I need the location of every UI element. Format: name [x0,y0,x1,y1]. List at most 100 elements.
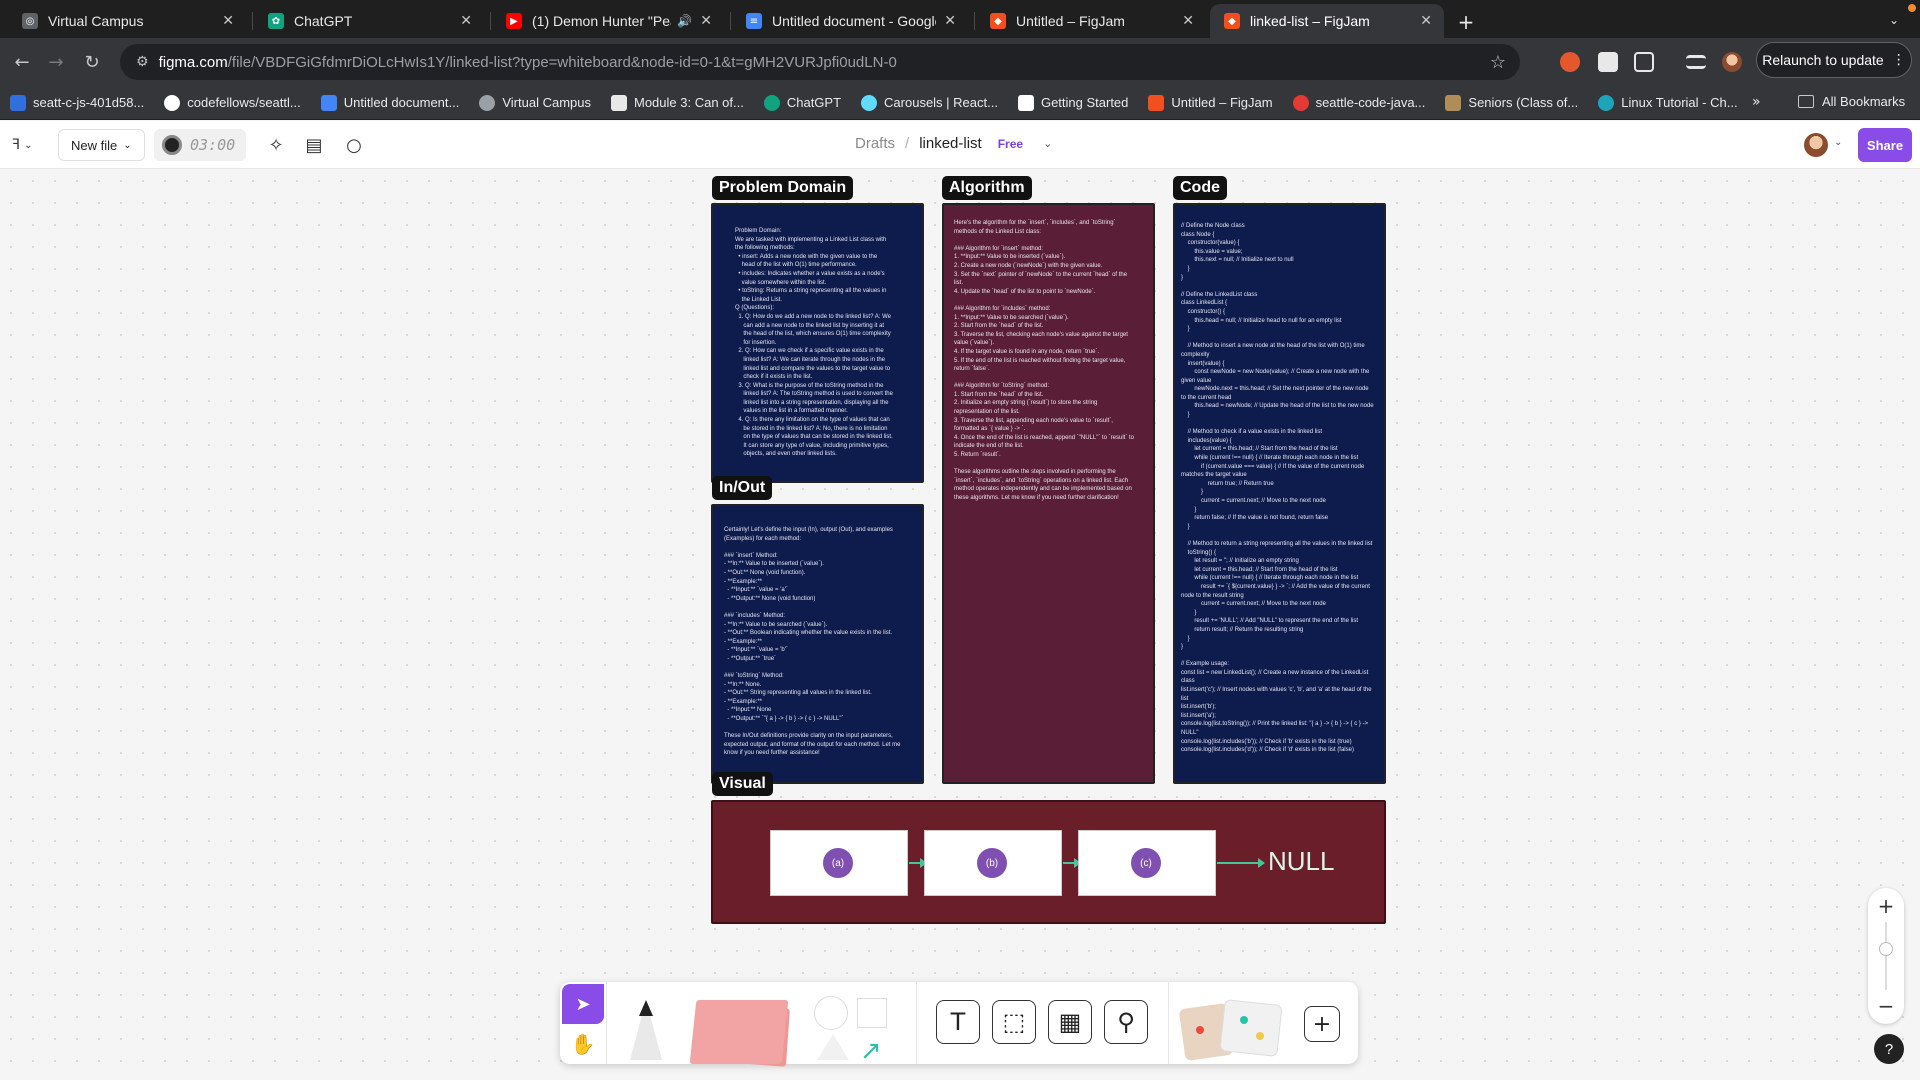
breadcrumb-drafts[interactable]: Drafts [855,135,895,152]
chevron-down-icon[interactable]: ⌄ [1043,137,1052,150]
reload-icon[interactable]: ↻ [80,50,104,74]
media-controls-icon[interactable] [1686,55,1706,69]
null-terminal[interactable]: NULL [1268,846,1334,877]
bookmark-item[interactable]: seatt-c-js-401d58... [10,94,145,111]
new-file-label: New file [71,137,118,153]
close-icon[interactable]: ✕ [700,13,712,29]
algorithm-panel[interactable]: Here's the algorithm for the `insert`, `… [942,203,1155,784]
profile-avatar[interactable] [1722,52,1742,72]
section-tool[interactable]: ⬚ [992,1000,1036,1044]
close-icon[interactable]: ✕ [944,13,956,29]
section-label-algorithm[interactable]: Algorithm [942,176,1032,200]
more-tools-button[interactable]: + [1304,1006,1340,1042]
bookmark-label: Untitled document... [343,95,460,110]
square-shape-tool[interactable] [857,998,887,1028]
breadcrumb: Drafts / linked-list Free ⌄ [855,135,1052,152]
bookmark-item[interactable]: Module 3: Can of... [611,94,744,111]
close-icon[interactable]: ✕ [1182,13,1194,29]
bookmark-item[interactable]: codefellows/seattl... [164,94,301,111]
chevron-down-icon[interactable]: ⌄ [1834,137,1842,148]
bookmark-star-icon[interactable]: ☆ [1490,52,1506,73]
bookmark-item[interactable]: Carousels | React... [861,94,998,111]
comment-icon[interactable]: ○ [342,133,366,157]
file-name[interactable]: linked-list [919,135,982,152]
whiteboard-canvas[interactable]: Problem Domain Problem Domain: We are ta… [0,170,1920,1080]
chatgpt-icon: ✿ [268,13,284,29]
ai-sparkle-icon[interactable]: ✧ [264,133,288,157]
tab-linked-list-figjam[interactable]: ◆ linked-list – FigJam ✕ [1210,4,1444,38]
section-label-in-out[interactable]: In/Out [712,476,773,500]
zoom-out-button[interactable]: − [1868,992,1904,1020]
in-out-panel[interactable]: Certainly! Let's define the input (In), … [711,504,924,784]
bookmark-item[interactable]: Getting Started [1017,94,1128,111]
figma-logo-icon: ꟻ [12,137,21,153]
hand-tool[interactable]: ✋ [562,1026,604,1062]
circle-shape-tool[interactable] [814,996,848,1030]
stamp-tool[interactable]: ⚲ [1104,1000,1148,1044]
table-tool[interactable]: ▦ [1048,1000,1092,1044]
bookmark-label: Linux Tutorial - Ch... [1621,95,1738,110]
extensions-puzzle-icon[interactable] [1634,52,1654,72]
tab-google-docs[interactable]: ≡ Untitled document - Google D ✕ [732,4,968,38]
widgets-tool[interactable] [1178,999,1292,1062]
section-label-visual[interactable]: Visual [712,772,773,796]
close-icon[interactable]: ✕ [1420,13,1432,29]
list-node[interactable]: (a) [770,830,908,896]
extension-icon[interactable] [1598,52,1618,72]
tab-chatgpt[interactable]: ✿ ChatGPT ✕ [254,4,484,38]
tab-divider [252,12,253,30]
share-button[interactable]: Share [1858,128,1912,162]
bookmark-item[interactable]: Virtual Campus [479,94,591,111]
back-arrow-icon[interactable]: ← [10,50,34,74]
sticky-note-tool[interactable] [689,1000,789,1064]
forward-arrow-icon[interactable]: → [44,50,68,74]
list-node[interactable]: (c) [1078,830,1216,896]
templates-icon[interactable]: ▤ [302,133,326,157]
speaker-icon[interactable]: 🔊 [677,14,692,28]
main-menu-button[interactable]: ꟻ ⌄ [12,133,32,157]
list-node[interactable]: (b) [924,830,1062,896]
bookmark-item[interactable]: Untitled document... [320,94,460,111]
breadcrumb-separator: / [905,135,910,152]
all-bookmarks-button[interactable]: All Bookmarks [1798,94,1905,109]
bookmarks-bar: seatt-c-js-401d58... codefellows/seattl.… [0,86,1920,120]
tab-virtual-campus[interactable]: ◎ Virtual Campus ✕ [8,4,246,38]
tab-untitled-figjam[interactable]: ◆ Untitled – FigJam ✕ [976,4,1206,38]
zoom-slider-handle[interactable] [1879,942,1893,956]
section-label-code[interactable]: Code [1173,176,1227,200]
bookmark-item[interactable]: Linux Tutorial - Ch... [1598,94,1738,111]
move-cursor-tool[interactable]: ➤ [562,984,604,1024]
close-icon[interactable]: ✕ [222,13,234,29]
address-bar[interactable]: ⚙ figma.com /file/VBDFGiGfdmrDiOLcHwIs1Y… [120,44,1520,80]
visual-panel[interactable]: (a) (b) (c) NULL [711,800,1386,924]
figma-icon: ◆ [990,13,1006,29]
tab-search-chevron-icon[interactable]: ⌄ [1882,8,1906,32]
canvas-icon [611,94,627,111]
more-bookmarks-chevron-icon[interactable]: » [1752,94,1761,110]
tab-youtube[interactable]: ▶ (1) Demon Hunter "Peace 🔊 ✕ [492,4,724,38]
bookmark-label: codefellows/seattl... [187,95,301,110]
text-tool[interactable]: T [936,1000,980,1044]
folder-icon [1798,95,1814,108]
zoom-slider-track[interactable] [1885,922,1887,990]
problem-domain-panel[interactable]: Problem Domain: We are tasked with imple… [711,203,924,483]
bookmark-item[interactable]: ChatGPT [763,94,841,111]
bookmark-label: seatt-c-js-401d58... [33,95,145,110]
new-file-button[interactable]: New file ⌄ [58,129,145,161]
help-button[interactable]: ? [1874,1034,1904,1064]
extension-icon[interactable] [1560,52,1580,72]
timer-widget[interactable]: 03:00 [154,129,246,161]
site-info-icon[interactable]: ⚙ [136,54,149,70]
connector-arrow-tool[interactable]: ↗ [860,1036,882,1066]
relaunch-button[interactable]: Relaunch to update ⋮ [1756,42,1912,78]
section-label-problem-domain[interactable]: Problem Domain [712,176,854,200]
bookmark-item[interactable]: Untitled – FigJam [1148,94,1273,111]
code-panel[interactable]: // Define the Node class class Node { co… [1173,203,1386,784]
triangle-shape-tool[interactable] [817,1034,849,1060]
close-icon[interactable]: ✕ [460,13,472,29]
new-tab-button[interactable]: + [1452,8,1480,36]
avatar[interactable] [1804,133,1828,157]
bookmark-item[interactable]: seattle-code-java... [1292,94,1425,111]
zoom-in-button[interactable]: + [1868,892,1904,920]
bookmark-item[interactable]: Seniors (Class of... [1445,94,1578,111]
